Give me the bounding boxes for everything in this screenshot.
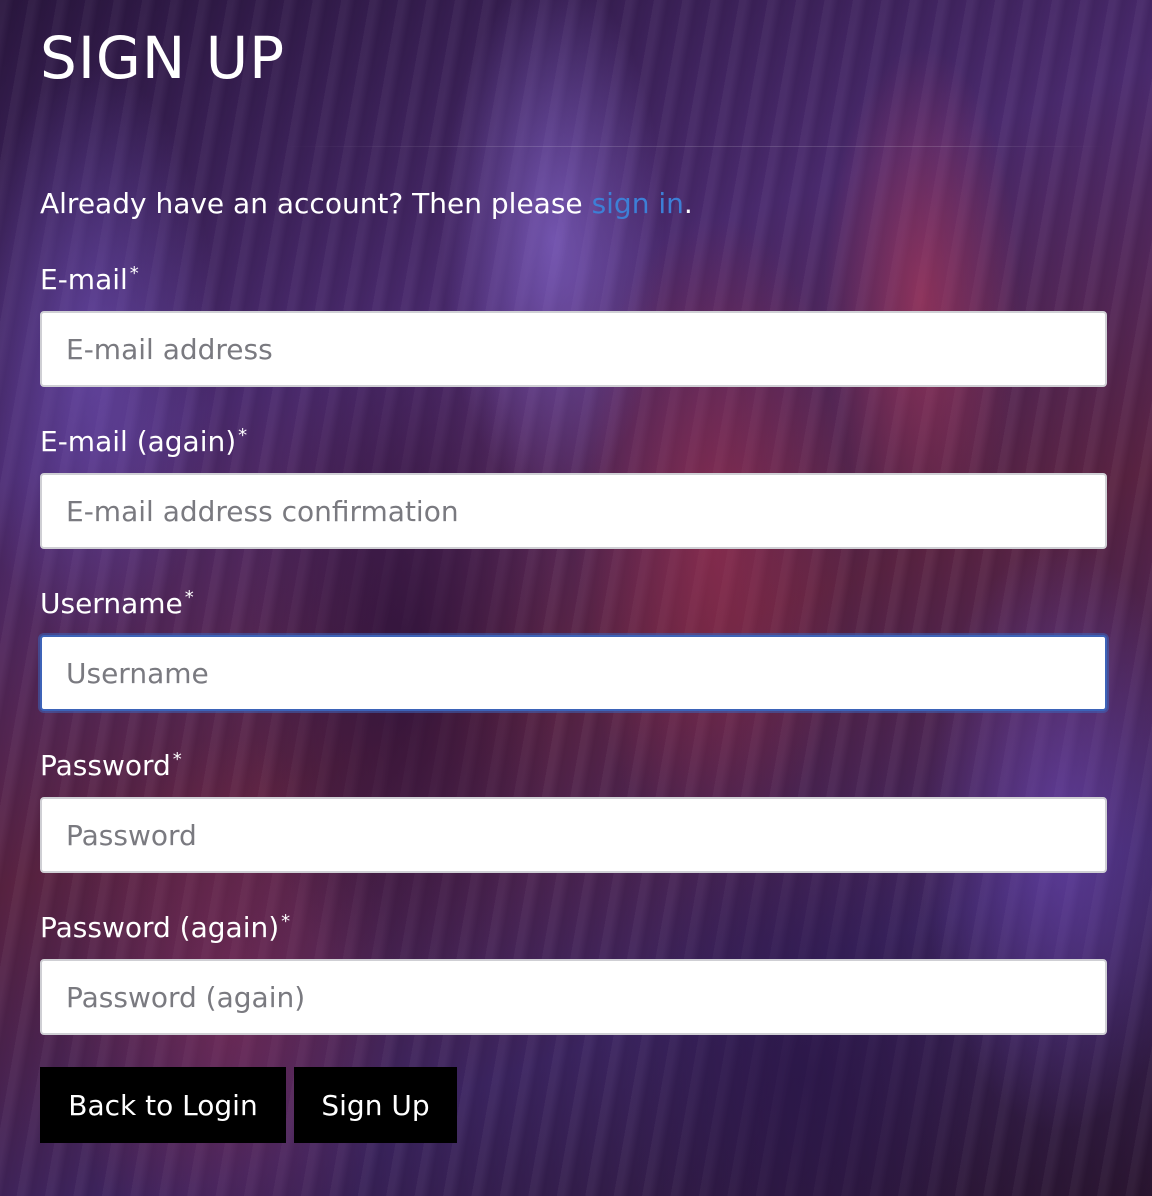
password-confirm-input[interactable] (40, 959, 1107, 1035)
required-marker: * (238, 425, 248, 446)
password-confirm-field-group: Password (again) * (40, 905, 1107, 1035)
email-label: E-mail * (40, 257, 1107, 296)
password-confirm-label: Password (again) * (40, 905, 1107, 944)
password-field-group: Password * (40, 743, 1107, 873)
sign-in-link[interactable]: sign in (592, 187, 684, 220)
username-label-text: Username (40, 587, 183, 620)
title-divider (280, 146, 1107, 147)
required-marker: * (129, 263, 139, 284)
password-label: Password * (40, 743, 1107, 782)
email-confirm-label: E-mail (again) * (40, 419, 1107, 458)
back-to-login-button[interactable]: Back to Login (40, 1067, 286, 1143)
form-actions: Back to Login Sign Up (40, 1067, 1107, 1143)
password-input[interactable] (40, 797, 1107, 873)
signin-prompt-suffix: . (683, 187, 693, 220)
email-confirm-field-group: E-mail (again) * (40, 419, 1107, 549)
required-marker: * (172, 749, 182, 770)
username-field-group: Username * (40, 581, 1107, 711)
email-confirm-input[interactable] (40, 473, 1107, 549)
email-label-text: E-mail (40, 263, 128, 296)
signin-prompt: Already have an account? Then please sig… (40, 187, 1107, 221)
username-label: Username * (40, 581, 1107, 620)
signin-prompt-text: Already have an account? Then please (40, 187, 592, 220)
email-field-group: E-mail * (40, 257, 1107, 387)
signup-page: SIGN UP Already have an account? Then pl… (40, 0, 1107, 1143)
required-marker: * (184, 587, 194, 608)
username-input[interactable] (40, 635, 1107, 711)
page-title: SIGN UP (40, 24, 286, 92)
email-confirm-label-text: E-mail (again) (40, 425, 237, 458)
email-input[interactable] (40, 311, 1107, 387)
required-marker: * (281, 911, 291, 932)
sign-up-button[interactable]: Sign Up (294, 1067, 457, 1143)
signup-form: E-mail* E-mail (again)* Username* Passwo… (40, 257, 1107, 1143)
password-label-text: Password (40, 749, 171, 782)
password-confirm-label-text: Password (again) (40, 911, 280, 944)
